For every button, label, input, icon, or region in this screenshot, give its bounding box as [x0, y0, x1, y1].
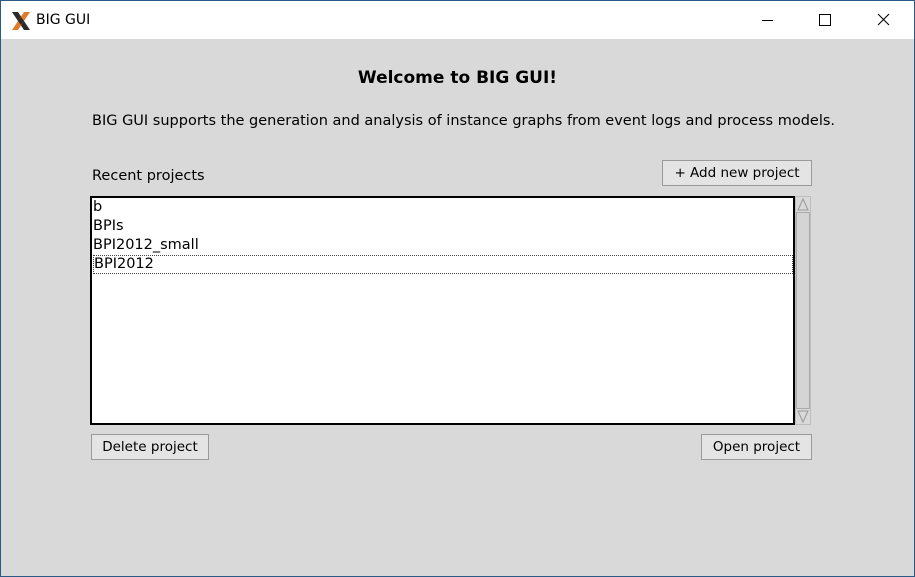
list-item[interactable]: BPIs: [93, 217, 793, 236]
app-description: BIG GUI supports the generation and anal…: [92, 113, 836, 129]
minimize-icon: [762, 20, 773, 21]
scrollbar-thumb[interactable]: [796, 212, 810, 409]
window-title: BIG GUI: [36, 12, 91, 28]
list-item[interactable]: BPI2012_small: [93, 236, 793, 255]
minimize-button[interactable]: [738, 1, 796, 39]
add-new-project-button[interactable]: + Add new project: [662, 160, 812, 186]
close-icon: [877, 13, 890, 26]
open-project-button[interactable]: Open project: [701, 434, 812, 460]
recent-projects-label: Recent projects: [92, 168, 205, 184]
title-bar[interactable]: BIG GUI: [1, 1, 914, 39]
maximize-button[interactable]: [796, 1, 854, 39]
list-item[interactable]: b: [93, 198, 793, 217]
recent-projects-list[interactable]: b BPIs BPI2012_small BPI2012: [90, 196, 795, 425]
list-scrollbar[interactable]: [795, 196, 811, 425]
list-item-selected[interactable]: BPI2012: [93, 255, 793, 274]
app-x-logo-icon: [10, 10, 32, 32]
maximize-icon: [819, 14, 831, 26]
app-window: BIG GUI Welcome to BIG GUI! BIG GUI supp…: [0, 0, 915, 577]
close-button[interactable]: [854, 1, 912, 39]
scroll-down-arrow-icon[interactable]: [796, 409, 810, 424]
welcome-heading: Welcome to BIG GUI!: [357, 68, 558, 88]
scroll-up-arrow-icon[interactable]: [796, 197, 810, 212]
delete-project-button[interactable]: Delete project: [91, 434, 209, 460]
